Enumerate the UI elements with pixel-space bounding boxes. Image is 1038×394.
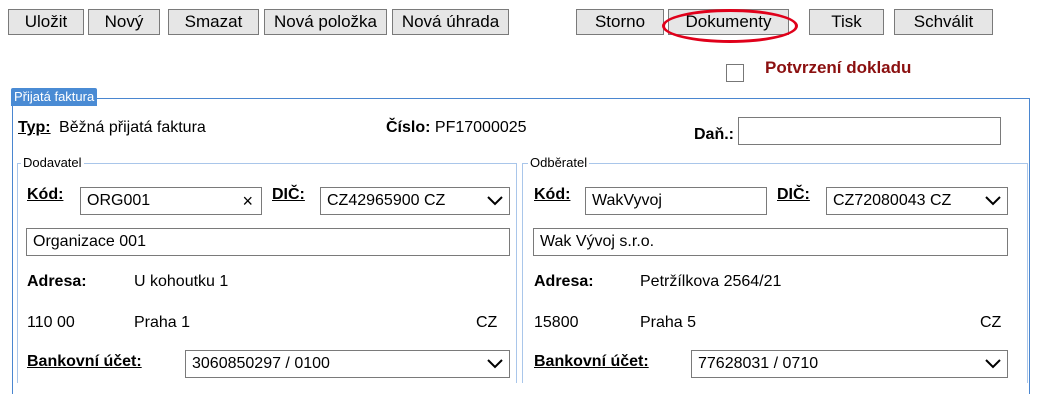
supplier-bank-value: 3060850297 / 0100 bbox=[192, 355, 330, 372]
customer-code-label: Kód: bbox=[534, 186, 571, 203]
tax-label: Daň.: bbox=[694, 126, 734, 143]
customer-country: CZ bbox=[980, 314, 1002, 331]
confirmation-label: Potvrzení dokladu bbox=[765, 58, 912, 77]
supplier-name-input[interactable]: Organizace 001 bbox=[26, 228, 510, 256]
customer-dic-label: DIČ: bbox=[777, 186, 810, 203]
customer-panel-title: Odběratel bbox=[528, 155, 590, 170]
customer-bank-value: 77628031 / 0710 bbox=[698, 355, 819, 372]
customer-address-label: Adresa: bbox=[534, 273, 594, 290]
invoice-panel-title: Přijatá faktura bbox=[11, 88, 98, 106]
new-button[interactable]: Nový bbox=[88, 9, 160, 35]
customer-address-value: Petržílkova 2564/21 bbox=[640, 273, 782, 290]
supplier-dic-select[interactable]: CZ42965900 CZ bbox=[320, 187, 510, 215]
type-row: Typ: Běžná přijatá faktura bbox=[18, 119, 206, 137]
supplier-code-input[interactable]: ORG001 × bbox=[80, 187, 262, 215]
supplier-address-value: U kohoutku 1 bbox=[134, 273, 229, 290]
chevron-down-icon bbox=[487, 196, 503, 206]
type-label: Typ: bbox=[18, 119, 51, 136]
customer-code-input[interactable]: WakVyvoj bbox=[585, 187, 767, 215]
customer-zip: 15800 bbox=[534, 314, 579, 331]
supplier-bank-label: Bankovní účet: bbox=[27, 353, 142, 370]
chevron-down-icon bbox=[985, 359, 1001, 369]
supplier-city: Praha 1 bbox=[134, 314, 191, 331]
customer-bank-select[interactable]: 77628031 / 0710 bbox=[691, 350, 1008, 378]
delete-button[interactable]: Smazat bbox=[168, 9, 259, 35]
new-item-button[interactable]: Nová položka bbox=[264, 9, 387, 35]
tax-input[interactable] bbox=[738, 117, 1001, 145]
documents-button[interactable]: Dokumenty bbox=[668, 9, 789, 35]
confirmation-checkbox[interactable] bbox=[726, 64, 744, 82]
supplier-code-value: ORG001 bbox=[87, 192, 151, 209]
customer-name-input[interactable]: Wak Vývoj s.r.o. bbox=[533, 228, 1008, 256]
print-button[interactable]: Tisk bbox=[809, 9, 884, 35]
chevron-down-icon bbox=[487, 359, 503, 369]
supplier-panel-title: Dodavatel bbox=[21, 155, 84, 170]
chevron-down-icon bbox=[985, 196, 1001, 206]
supplier-zip: 110 00 bbox=[27, 314, 75, 331]
type-value: Běžná přijatá faktura bbox=[59, 119, 206, 136]
customer-dic-select[interactable]: CZ72080043 CZ bbox=[826, 187, 1008, 215]
approve-button[interactable]: Schválit bbox=[894, 9, 993, 35]
clear-icon[interactable]: × bbox=[242, 191, 253, 212]
supplier-dic-label: DIČ: bbox=[272, 186, 305, 203]
save-button[interactable]: Uložit bbox=[8, 9, 84, 35]
customer-dic-value: CZ72080043 CZ bbox=[833, 192, 952, 209]
supplier-dic-value: CZ42965900 CZ bbox=[327, 192, 446, 209]
supplier-bank-select[interactable]: 3060850297 / 0100 bbox=[185, 350, 510, 378]
new-payment-button[interactable]: Nová úhrada bbox=[392, 9, 509, 35]
cancel-button[interactable]: Storno bbox=[576, 9, 664, 35]
customer-bank-label: Bankovní účet: bbox=[534, 353, 649, 370]
number-value: PF17000025 bbox=[434, 119, 527, 136]
supplier-code-label: Kód: bbox=[27, 186, 64, 203]
number-row: Číslo: PF17000025 bbox=[386, 119, 527, 137]
supplier-address-label: Adresa: bbox=[27, 273, 87, 290]
customer-city: Praha 5 bbox=[640, 314, 697, 331]
number-label: Číslo: bbox=[386, 119, 431, 136]
supplier-country: CZ bbox=[476, 314, 498, 331]
